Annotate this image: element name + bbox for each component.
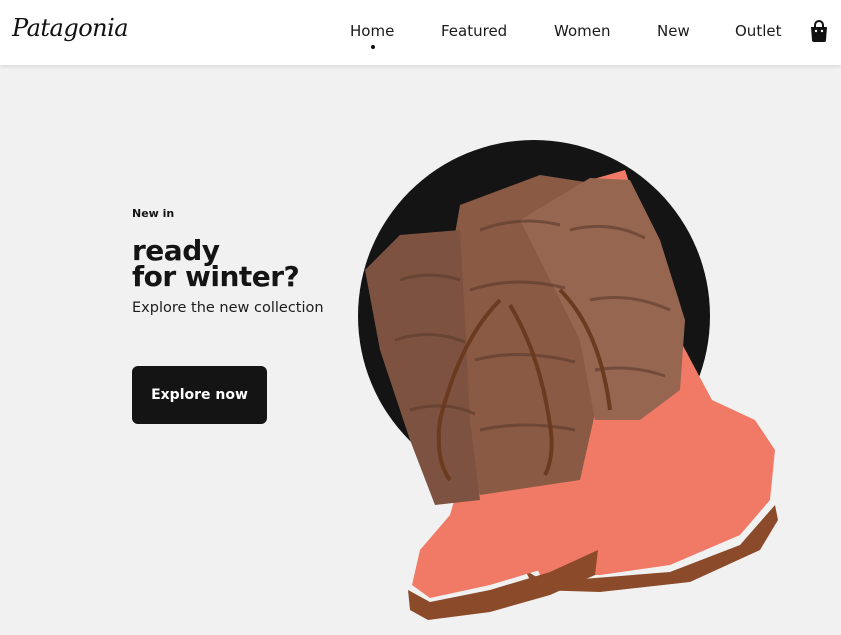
explore-now-button[interactable]: Explore now	[132, 366, 267, 424]
headline-line-2: for winter?	[132, 260, 300, 293]
nav-item-outlet[interactable]: Outlet	[735, 22, 781, 40]
hero-headline: ready for winter?	[132, 237, 300, 293]
active-nav-indicator	[371, 45, 375, 49]
nav-item-women[interactable]: Women	[554, 22, 610, 40]
hero-subtitle: Explore the new collection	[132, 300, 324, 316]
shopping-bag-icon[interactable]	[809, 20, 829, 42]
hero-boots-image	[358, 140, 778, 620]
nav-item-home[interactable]: Home	[350, 22, 394, 40]
brand-logo[interactable]: Patagonia	[12, 14, 129, 42]
nav-item-new[interactable]: New	[657, 22, 690, 40]
nav-item-featured[interactable]: Featured	[441, 22, 507, 40]
site-header: Patagonia Home Featured Women New Outlet	[0, 0, 841, 65]
hero-eyebrow: New in	[132, 207, 175, 220]
